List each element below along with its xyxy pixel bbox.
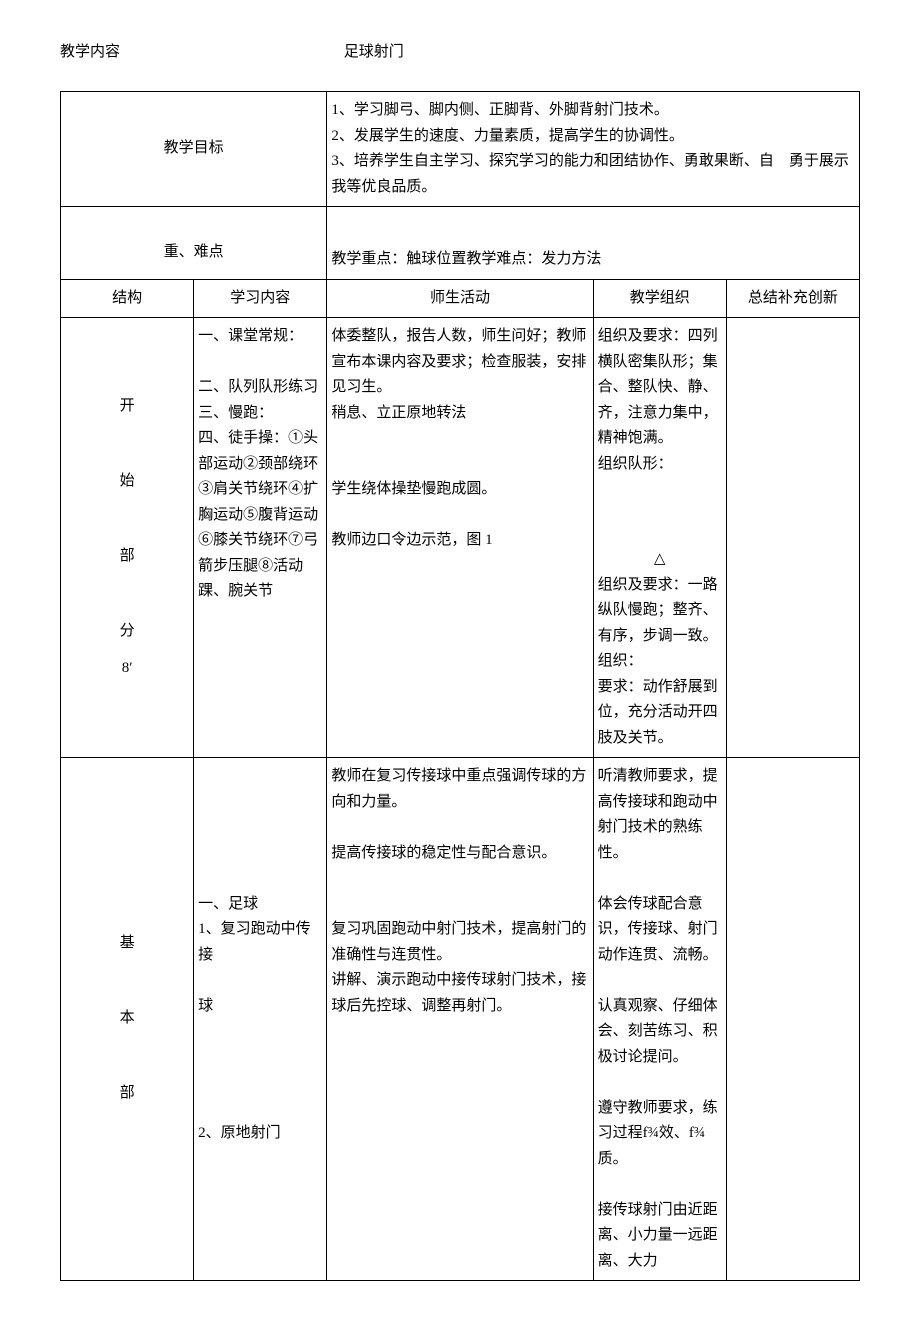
keypoint-row: 重、难点 教学重点：触球位置教学难点：发力方法 bbox=[61, 207, 860, 280]
start-activity: 体委整队，报告人数，师生问好；教师宣布本课内容及要求；检查服装，安排见习生。 稍… bbox=[327, 318, 593, 758]
basic-section-row: 基 本 部 一、足球 1、复习跑动中传接 球 2、原地射门 教师在复习传接球中重… bbox=[61, 758, 860, 1281]
basic-summary bbox=[726, 758, 859, 1281]
basic-label: 基 本 部 bbox=[61, 758, 194, 1281]
col-structure: 结构 bbox=[61, 279, 194, 318]
lesson-plan-table: 教学目标 1、学习脚弓、脚内侧、正脚背、外脚背射门技术。 2、发展学生的速度、力… bbox=[60, 91, 860, 1281]
keypoint-text: 教学重点：触球位置教学难点：发力方法 bbox=[327, 207, 860, 280]
start-summary bbox=[726, 318, 859, 758]
page-title: 足球射门 bbox=[344, 40, 404, 61]
col-summary: 总结补充创新 bbox=[726, 279, 859, 318]
basic-content: 一、足球 1、复习跑动中传接 球 2、原地射门 bbox=[194, 758, 327, 1281]
triangle-icon: △ bbox=[598, 547, 722, 573]
start-org-cell: 组织及要求：四列横队密集队形；集合、整队快、静、齐，注意力集中，精神饱满。 组织… bbox=[593, 318, 726, 758]
teaching-content-label: 教学内容 bbox=[60, 40, 120, 61]
col-org: 教学组织 bbox=[593, 279, 726, 318]
goal-label: 教学目标 bbox=[61, 92, 327, 207]
start-content: 一、课堂常规： 二、队列队形练习三、慢跑： 四、徒手操：①头部运动②颈部绕环③肩… bbox=[194, 318, 327, 758]
header-row: 结构 学习内容 师生活动 教学组织 总结补充创新 bbox=[61, 279, 860, 318]
keypoint-label: 重、难点 bbox=[61, 207, 327, 280]
col-content: 学习内容 bbox=[194, 279, 327, 318]
basic-activity: 教师在复习传接球中重点强调传球的方向和力量。 提高传接球的稳定性与配合意识。 复… bbox=[327, 758, 593, 1281]
basic-org: 听清教师要求，提高传接球和跑动中射门技术的熟练性。 体会传球配合意识，传接球、射… bbox=[593, 758, 726, 1281]
start-section-row: 开 始 部 分 8ʹ 一、课堂常规： 二、队列队形练习三、慢跑： 四、徒手操：①… bbox=[61, 318, 860, 758]
start-org-text1: 组织及要求：四列横队密集队形；集合、整队快、静、齐，注意力集中，精神饱满。 组织… bbox=[598, 324, 722, 477]
col-activity: 师生活动 bbox=[327, 279, 593, 318]
start-label: 开 始 部 分 8ʹ bbox=[61, 318, 194, 758]
goal-text: 1、学习脚弓、脚内侧、正脚背、外脚背射门技术。 2、发展学生的速度、力量素质，提… bbox=[327, 92, 860, 207]
goal-row: 教学目标 1、学习脚弓、脚内侧、正脚背、外脚背射门技术。 2、发展学生的速度、力… bbox=[61, 92, 860, 207]
start-org-text2: 组织及要求：一路纵队慢跑；整齐、有序，步调一致。 组织： 要求：动作舒展到位，充… bbox=[598, 573, 722, 752]
